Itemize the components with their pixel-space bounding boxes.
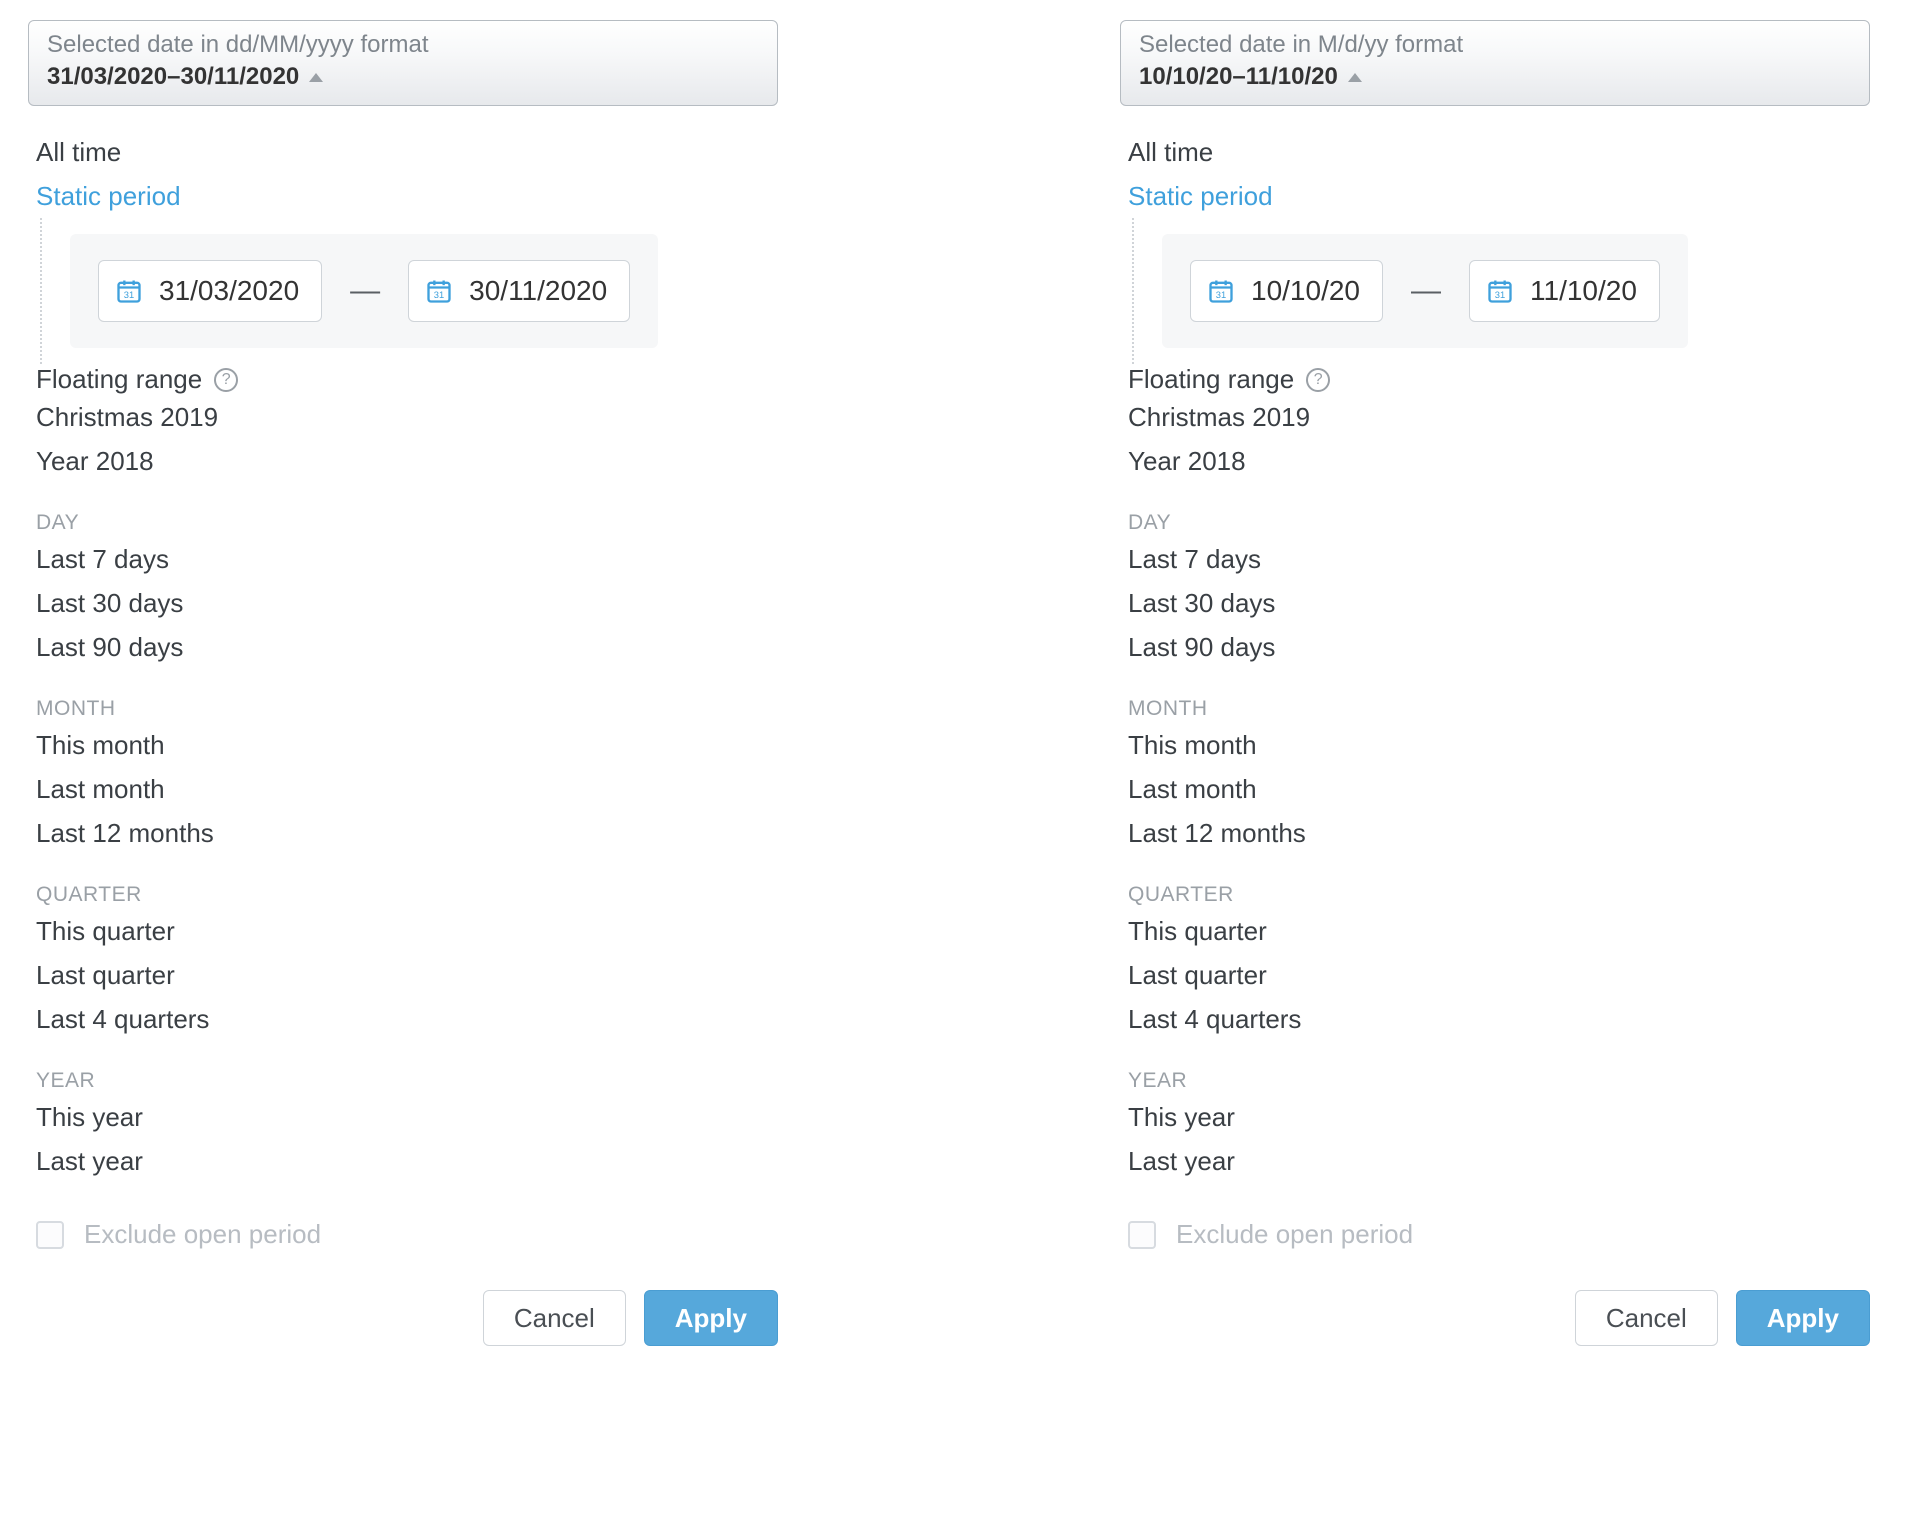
option-this-year[interactable]: This year xyxy=(1128,1095,1870,1139)
option-all-time[interactable]: All time xyxy=(1128,130,1870,174)
floating-range-label: Floating range xyxy=(1128,364,1294,395)
option-static-period[interactable]: Static period xyxy=(36,174,778,218)
cancel-button[interactable]: Cancel xyxy=(483,1290,626,1346)
static-date-range: 31 10/10/20 — 31 11/10/20 xyxy=(1162,234,1688,348)
footer: Cancel Apply xyxy=(36,1290,778,1346)
to-date-input[interactable]: 31 30/11/2020 xyxy=(408,260,630,322)
option-preset-year[interactable]: Year 2018 xyxy=(36,439,778,483)
static-period-inset: 31 10/10/20 — 31 11/10/20 xyxy=(1132,218,1870,364)
option-last-year[interactable]: Last year xyxy=(36,1139,778,1183)
exclude-checkbox[interactable] xyxy=(1128,1221,1156,1249)
to-date-value: 30/11/2020 xyxy=(469,275,607,307)
calendar-icon: 31 xyxy=(425,277,453,305)
from-date-input[interactable]: 31 31/03/2020 xyxy=(98,260,322,322)
exclude-label: Exclude open period xyxy=(1176,1219,1413,1250)
date-picker-panel-2: Selected date in M/d/yy format 10/10/20–… xyxy=(1120,20,1870,1346)
option-last-12-months[interactable]: Last 12 months xyxy=(1128,811,1870,855)
picker-body: All time Static period 31 31/03/2020 — xyxy=(28,106,778,1346)
group-label-quarter: QUARTER xyxy=(36,883,778,907)
header-range: 31/03/2020–30/11/2020 xyxy=(47,63,299,91)
chevron-up-icon xyxy=(309,73,323,82)
option-preset-year[interactable]: Year 2018 xyxy=(1128,439,1870,483)
option-static-period[interactable]: Static period xyxy=(1128,174,1870,218)
floating-range-label: Floating range xyxy=(36,364,202,395)
option-this-year[interactable]: This year xyxy=(36,1095,778,1139)
option-last-90-days[interactable]: Last 90 days xyxy=(1128,625,1870,669)
header-range-line: 10/10/20–11/10/20 xyxy=(1139,63,1851,91)
date-header-toggle[interactable]: Selected date in M/d/yy format 10/10/20–… xyxy=(1120,20,1870,106)
chevron-up-icon xyxy=(1348,73,1362,82)
cancel-button[interactable]: Cancel xyxy=(1575,1290,1718,1346)
option-last-4-quarters[interactable]: Last 4 quarters xyxy=(1128,997,1870,1041)
from-date-value: 10/10/20 xyxy=(1251,275,1360,307)
help-icon[interactable]: ? xyxy=(1306,368,1330,392)
option-last-month[interactable]: Last month xyxy=(36,767,778,811)
option-last-year[interactable]: Last year xyxy=(1128,1139,1870,1183)
static-date-range: 31 31/03/2020 — 31 30/11/2020 xyxy=(70,234,658,348)
calendar-icon: 31 xyxy=(1207,277,1235,305)
svg-text:31: 31 xyxy=(434,290,444,300)
option-preset-christmas[interactable]: Christmas 2019 xyxy=(36,395,778,439)
option-this-quarter[interactable]: This quarter xyxy=(36,909,778,953)
exclude-open-period-row[interactable]: Exclude open period xyxy=(1128,1219,1870,1250)
footer: Cancel Apply xyxy=(1128,1290,1870,1346)
header-range-line: 31/03/2020–30/11/2020 xyxy=(47,63,759,91)
option-all-time[interactable]: All time xyxy=(36,130,778,174)
from-date-input[interactable]: 31 10/10/20 xyxy=(1190,260,1383,322)
svg-text:31: 31 xyxy=(124,290,134,300)
to-date-value: 11/10/20 xyxy=(1530,275,1637,307)
option-floating-range[interactable]: Floating range ? xyxy=(1128,364,1870,395)
group-label-month: MONTH xyxy=(1128,697,1870,721)
option-last-30-days[interactable]: Last 30 days xyxy=(36,581,778,625)
option-last-30-days[interactable]: Last 30 days xyxy=(1128,581,1870,625)
picker-body: All time Static period 31 10/10/20 — xyxy=(1120,106,1870,1346)
option-last-quarter[interactable]: Last quarter xyxy=(36,953,778,997)
range-dash: — xyxy=(1411,274,1441,308)
header-caption: Selected date in dd/MM/yyyy format xyxy=(47,31,759,59)
apply-button[interactable]: Apply xyxy=(644,1290,778,1346)
option-floating-range[interactable]: Floating range ? xyxy=(36,364,778,395)
option-last-90-days[interactable]: Last 90 days xyxy=(36,625,778,669)
option-this-quarter[interactable]: This quarter xyxy=(1128,909,1870,953)
header-caption: Selected date in M/d/yy format xyxy=(1139,31,1851,59)
calendar-icon: 31 xyxy=(1486,277,1514,305)
group-label-month: MONTH xyxy=(36,697,778,721)
option-last-12-months[interactable]: Last 12 months xyxy=(36,811,778,855)
exclude-checkbox[interactable] xyxy=(36,1221,64,1249)
to-date-input[interactable]: 31 11/10/20 xyxy=(1469,260,1660,322)
header-range: 10/10/20–11/10/20 xyxy=(1139,63,1338,91)
from-date-value: 31/03/2020 xyxy=(159,275,299,307)
option-last-7-days[interactable]: Last 7 days xyxy=(1128,537,1870,581)
apply-button[interactable]: Apply xyxy=(1736,1290,1870,1346)
static-period-inset: 31 31/03/2020 — 31 30/11/2020 xyxy=(40,218,778,364)
svg-text:31: 31 xyxy=(1216,290,1226,300)
help-icon[interactable]: ? xyxy=(214,368,238,392)
date-picker-panel-1: Selected date in dd/MM/yyyy format 31/03… xyxy=(28,20,778,1346)
option-last-7-days[interactable]: Last 7 days xyxy=(36,537,778,581)
exclude-open-period-row[interactable]: Exclude open period xyxy=(36,1219,778,1250)
group-label-day: DAY xyxy=(1128,511,1870,535)
group-label-year: YEAR xyxy=(1128,1069,1870,1093)
group-label-quarter: QUARTER xyxy=(1128,883,1870,907)
option-this-month[interactable]: This month xyxy=(36,723,778,767)
group-label-year: YEAR xyxy=(36,1069,778,1093)
option-last-month[interactable]: Last month xyxy=(1128,767,1870,811)
option-preset-christmas[interactable]: Christmas 2019 xyxy=(1128,395,1870,439)
range-dash: — xyxy=(350,274,380,308)
calendar-icon: 31 xyxy=(115,277,143,305)
exclude-label: Exclude open period xyxy=(84,1219,321,1250)
date-header-toggle[interactable]: Selected date in dd/MM/yyyy format 31/03… xyxy=(28,20,778,106)
option-last-4-quarters[interactable]: Last 4 quarters xyxy=(36,997,778,1041)
option-this-month[interactable]: This month xyxy=(1128,723,1870,767)
option-last-quarter[interactable]: Last quarter xyxy=(1128,953,1870,997)
svg-text:31: 31 xyxy=(1495,290,1505,300)
group-label-day: DAY xyxy=(36,511,778,535)
